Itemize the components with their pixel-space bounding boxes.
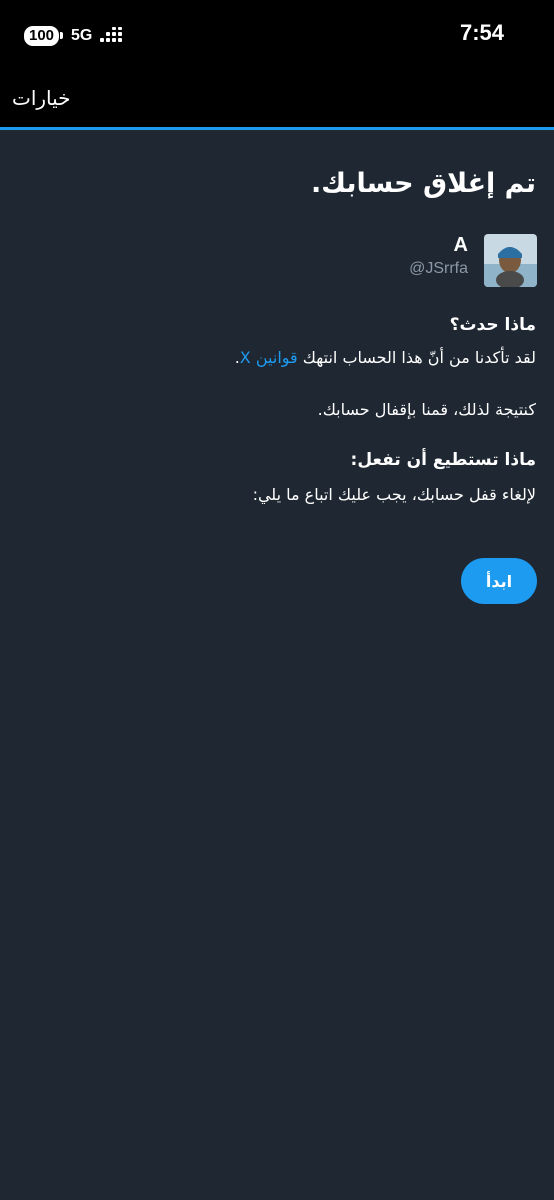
accent-divider <box>0 127 554 130</box>
violation-text: لقد تأكدنا من أنّ هذا الحساب انتهك <box>302 348 536 367</box>
what-to-do-text: لإلغاء قفل حسابك، يجب عليك اتباع ما يلي: <box>252 485 536 504</box>
avatar-image <box>484 234 537 287</box>
what-happened-text: لقد تأكدنا من أنّ هذا الحساب انتهك قواني… <box>235 348 536 367</box>
avatar <box>484 234 537 287</box>
status-indicators: 100 5G <box>24 24 123 48</box>
what-happened-heading: ماذا حدث؟ <box>449 315 536 335</box>
start-button[interactable]: ابدأ <box>461 558 537 604</box>
clock: 7:54 <box>459 20 504 45</box>
top-header: خيارات <box>0 72 554 127</box>
rules-link[interactable]: قوانين X <box>240 348 298 367</box>
account-name: A <box>453 234 468 256</box>
signal-icon <box>100 27 123 42</box>
account-handle: @JSrrfa <box>409 260 468 277</box>
options-menu[interactable]: خيارات <box>12 86 71 110</box>
network-type: 5G <box>71 27 93 44</box>
consequence-text: كنتيجة لذلك، قمنا بإقفال حسابك. <box>317 400 536 419</box>
page-title: تم إغلاق حسابك. <box>310 168 536 199</box>
what-to-do-heading: ماذا تستطيع أن تفعل: <box>350 450 536 470</box>
battery-indicator: 100 <box>24 26 64 46</box>
status-bar: 100 5G 7:54 <box>0 0 554 72</box>
